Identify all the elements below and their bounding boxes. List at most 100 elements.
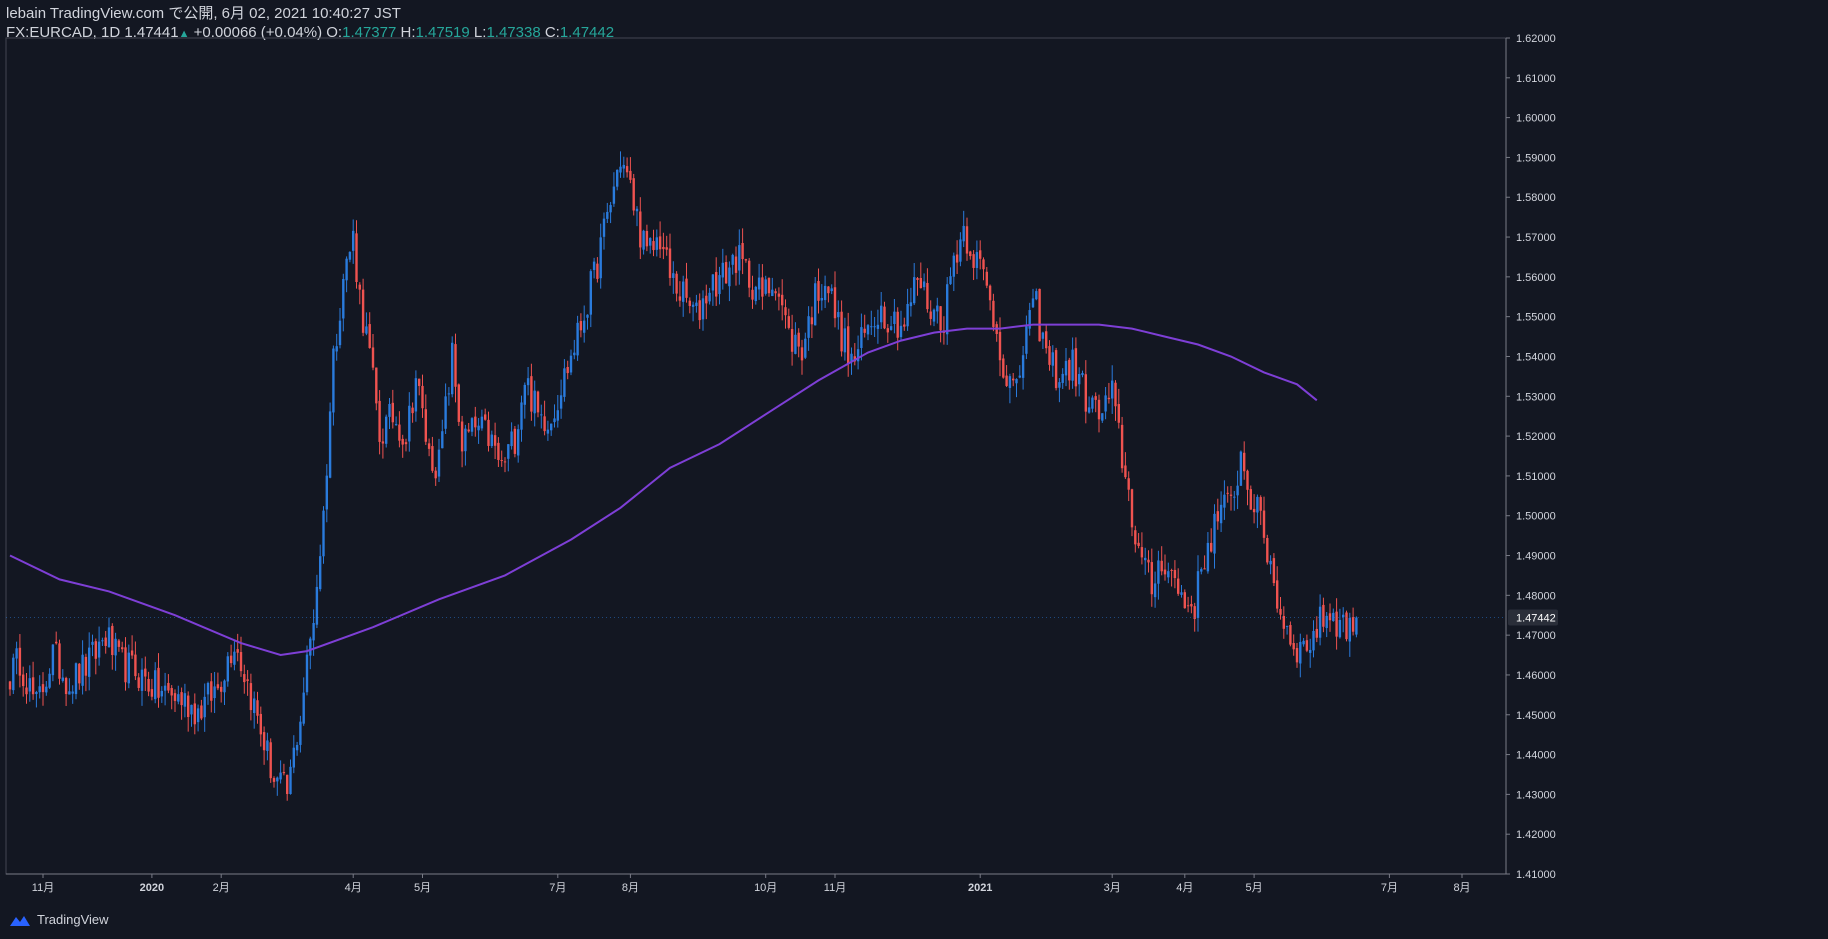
candle-body: [173, 693, 177, 701]
candle-body: [94, 641, 97, 659]
candle-body: [1173, 569, 1177, 579]
candle-body: [427, 443, 431, 449]
candle-body: [708, 292, 711, 302]
candle-body: [840, 311, 843, 352]
candle-body: [724, 262, 728, 284]
candle-body: [183, 693, 187, 707]
candle-body: [388, 404, 391, 417]
candle-body: [939, 306, 942, 331]
candle-body: [1124, 465, 1127, 478]
candle-body: [1279, 608, 1282, 615]
candle-body: [140, 669, 144, 691]
candle-body: [1243, 452, 1246, 472]
candle-body: [451, 342, 454, 395]
y-tick-label: 1.56000: [1516, 272, 1556, 284]
candle-body: [1061, 373, 1064, 383]
candle-body: [678, 296, 682, 301]
candle-body: [315, 586, 319, 625]
candle-body: [319, 556, 322, 590]
y-tick-label: 1.59000: [1516, 152, 1556, 164]
candle-body: [962, 225, 965, 242]
candle-body: [348, 251, 352, 260]
candle-body: [691, 304, 695, 307]
candle-body: [550, 423, 553, 431]
candle-body: [101, 640, 104, 642]
candle-body: [127, 652, 130, 684]
candle-body: [1309, 649, 1312, 653]
candle-body: [431, 446, 434, 471]
candle-body: [817, 280, 820, 301]
candle-body: [12, 657, 15, 691]
candle-body: [969, 251, 972, 257]
candle-body: [253, 698, 256, 713]
candle-body: [1236, 485, 1239, 496]
candle-body: [1285, 625, 1289, 627]
candle-body: [385, 416, 388, 444]
candle-body: [645, 230, 649, 247]
candle-body: [134, 654, 137, 677]
candle-body: [1219, 504, 1223, 524]
candle-body: [566, 366, 569, 374]
tradingview-logo[interactable]: TradingView: [6, 912, 109, 927]
x-tick-label: 2月: [213, 882, 230, 894]
candle-body: [464, 428, 467, 452]
candle-body: [35, 691, 38, 695]
candle-body: [170, 688, 173, 696]
candle-body: [781, 294, 784, 306]
price-chart[interactable]: 1.41000 1.42000 1.43000 1.44000 1.45000 1.460…: [0, 0, 1828, 939]
candle-body: [1150, 562, 1153, 595]
candle-body: [632, 178, 635, 211]
candle-body: [721, 262, 724, 278]
candle-body: [909, 302, 913, 307]
candle-body: [484, 414, 487, 420]
candle-body: [612, 186, 616, 204]
candle-body: [731, 254, 734, 265]
candle-body: [850, 353, 853, 362]
candle-body: [1186, 605, 1190, 607]
candle-body: [837, 312, 840, 318]
candle-body: [635, 208, 639, 212]
candle-body: [988, 285, 992, 301]
candle-body: [1289, 625, 1292, 645]
candle-body: [223, 680, 226, 693]
candle-body: [569, 355, 573, 373]
candle-body: [899, 325, 903, 338]
candle-body: [972, 254, 975, 268]
candle-body: [500, 460, 503, 462]
y-tick-label: 1.53000: [1516, 391, 1556, 403]
candle-body: [130, 650, 134, 656]
candle-body: [25, 687, 28, 695]
y-tick-label: 1.47000: [1516, 630, 1556, 642]
candle-body: [220, 686, 223, 692]
x-tick-label: 8月: [1453, 882, 1470, 894]
candle-body: [441, 431, 444, 449]
candle-body: [460, 421, 464, 452]
candle-body: [777, 293, 781, 297]
candle-body: [1246, 470, 1249, 490]
candle-body: [662, 246, 665, 250]
candle-body: [955, 254, 959, 263]
x-tick-label: 2020: [140, 882, 164, 894]
candle-body: [335, 346, 338, 352]
candle-body: [394, 424, 398, 426]
candle-body: [1213, 513, 1216, 554]
candle-body: [1157, 560, 1160, 584]
candle-body: [51, 644, 55, 676]
candle-body: [701, 298, 705, 320]
candle-body: [926, 282, 929, 310]
candle-body: [1074, 348, 1078, 387]
candle-body: [889, 326, 893, 330]
candle-body: [652, 241, 655, 251]
candle-body: [1177, 578, 1180, 594]
candle-body: [510, 431, 513, 447]
candle-body: [408, 405, 411, 442]
candle-body: [229, 655, 233, 664]
candle-body: [893, 311, 896, 324]
candle-body: [992, 300, 995, 328]
y-tick-label: 1.48000: [1516, 590, 1556, 602]
candle-body: [345, 258, 348, 281]
candle-body: [629, 170, 632, 180]
candle-body: [167, 682, 170, 691]
candle-body: [1068, 359, 1071, 381]
y-tick-label: 1.43000: [1516, 789, 1556, 801]
